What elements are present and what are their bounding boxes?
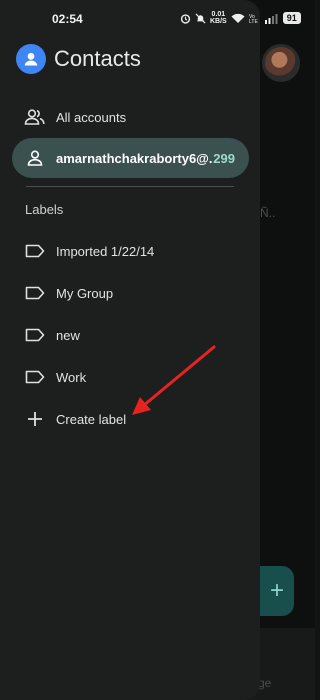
annotation-arrow xyxy=(132,345,216,415)
